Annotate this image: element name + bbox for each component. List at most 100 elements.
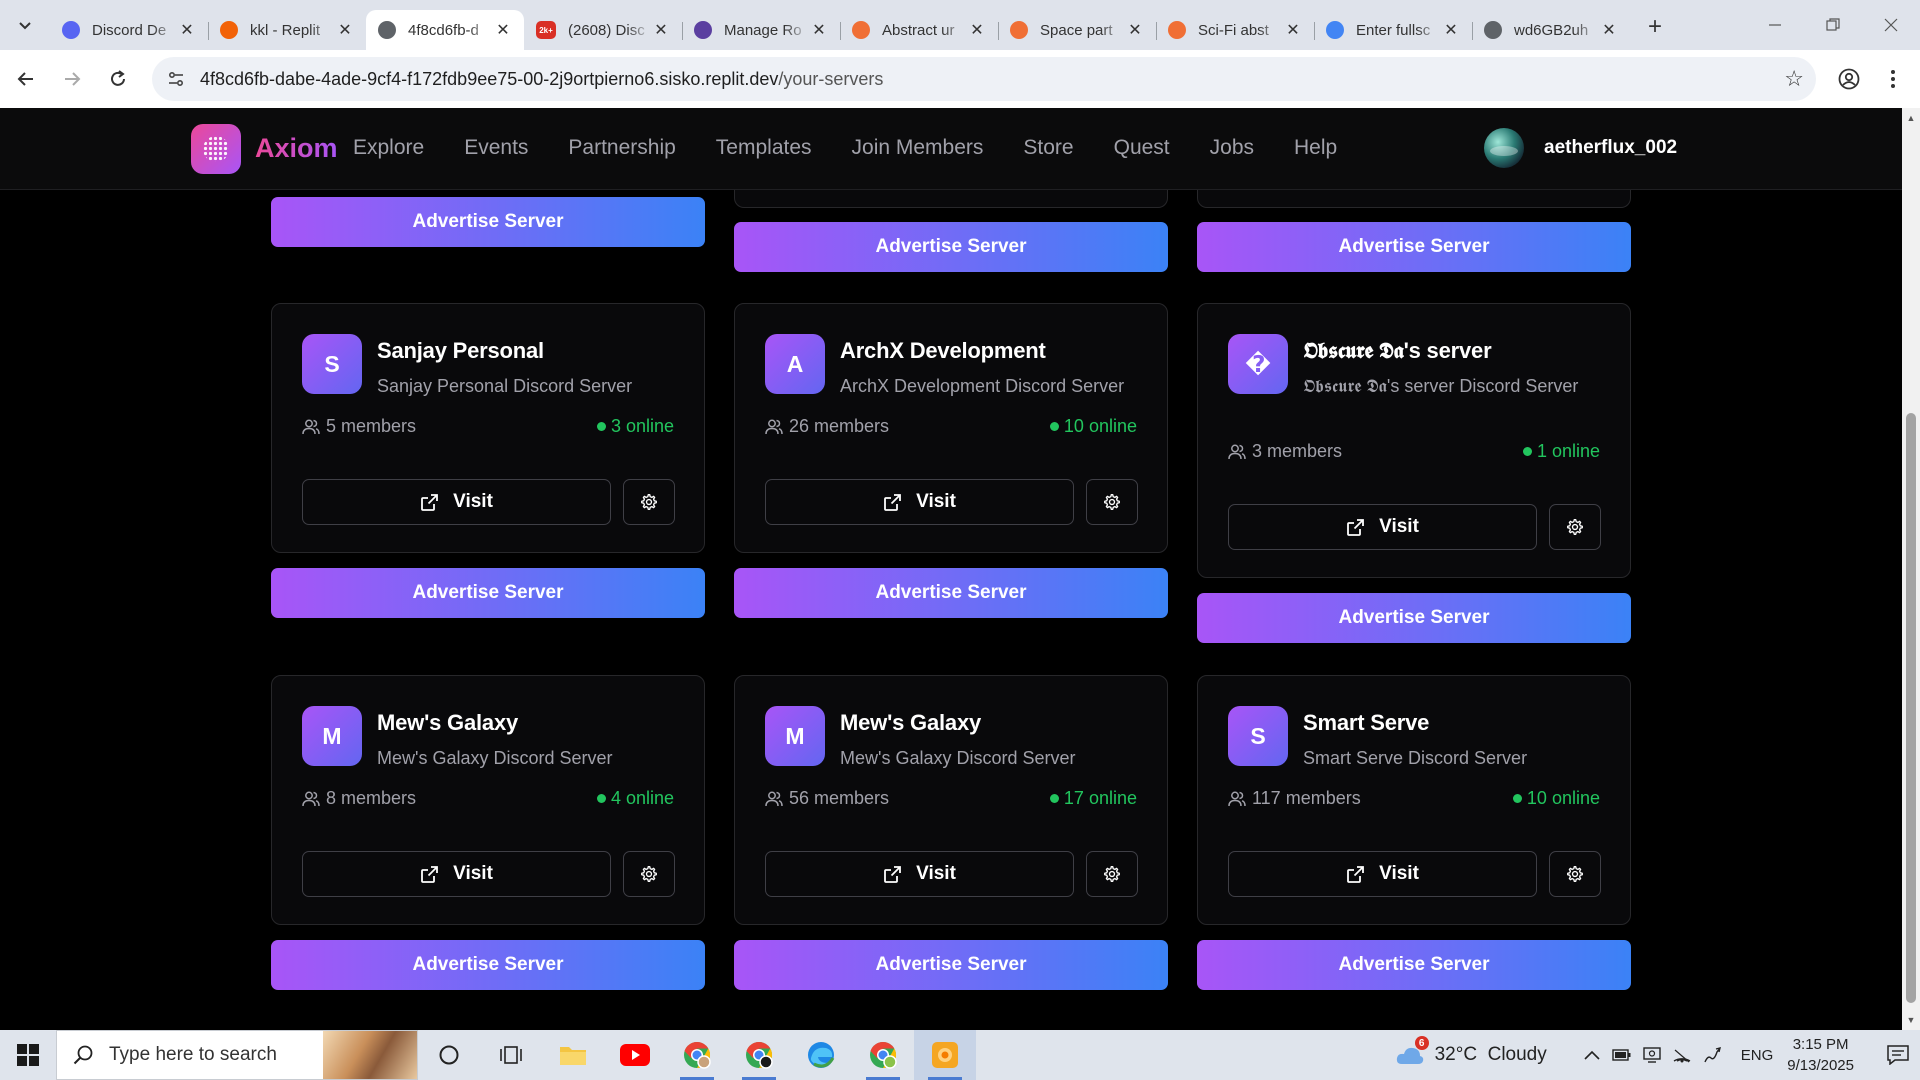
tab-close-icon[interactable]: ✕ — [1126, 20, 1144, 40]
advertise-server-button[interactable]: Advertise Server — [1197, 222, 1631, 272]
start-button[interactable] — [0, 1030, 56, 1080]
back-button[interactable] — [6, 59, 46, 99]
server-settings-button[interactable] — [1086, 851, 1138, 897]
browser-tab[interactable]: 4f8cd6fb-d ✕ — [366, 10, 524, 50]
advertise-server-button[interactable]: Advertise Server — [734, 940, 1168, 990]
chevron-up-icon[interactable] — [1577, 1050, 1607, 1060]
nav-link-join-members[interactable]: Join Members — [852, 136, 984, 160]
nav-link-help[interactable]: Help — [1294, 136, 1337, 160]
tab-close-icon[interactable]: ✕ — [178, 20, 196, 40]
taskbar-chrome-profile-2[interactable] — [728, 1030, 790, 1080]
advertise-server-button[interactable]: Advertise Server — [1197, 593, 1631, 643]
advertise-server-button[interactable]: Advertise Server — [734, 568, 1168, 618]
advertise-server-button[interactable]: Advertise Server — [271, 568, 705, 618]
avatar[interactable] — [1484, 128, 1524, 168]
online-count: 10 online — [1049, 416, 1137, 437]
restore-button[interactable] — [1804, 0, 1862, 50]
browser-tab[interactable]: wd6GB2uh ✕ — [1472, 10, 1630, 50]
nav-link-store[interactable]: Store — [1023, 136, 1073, 160]
more-menu-icon[interactable] — [1878, 64, 1908, 94]
nav-link-quest[interactable]: Quest — [1114, 136, 1170, 160]
tab-close-icon[interactable]: ✕ — [810, 20, 828, 40]
site-info-icon[interactable] — [164, 67, 188, 91]
scroll-down-arrow-icon[interactable]: ▼ — [1902, 1012, 1920, 1028]
browser-tab[interactable]: Sci-Fi abst ✕ — [1156, 10, 1314, 50]
bookmark-star-icon[interactable]: ☆ — [1784, 66, 1804, 92]
browser-tab[interactable]: kkl - Replit ✕ — [208, 10, 366, 50]
visit-button[interactable]: Visit — [765, 851, 1074, 897]
scroll-up-arrow-icon[interactable]: ▲ — [1902, 110, 1920, 126]
taskbar-youtube[interactable] — [604, 1030, 666, 1080]
tab-close-icon[interactable]: ✕ — [336, 20, 354, 40]
tab-close-icon[interactable]: ✕ — [1284, 20, 1302, 40]
taskbar-chrome-profile-3[interactable] — [852, 1030, 914, 1080]
visit-button[interactable]: Visit — [1228, 851, 1537, 897]
weather-widget[interactable]: 6 32°C Cloudy — [1395, 1036, 1547, 1066]
reload-button[interactable] — [98, 59, 138, 99]
server-settings-button[interactable] — [623, 851, 675, 897]
logo-icon[interactable] — [191, 124, 241, 174]
server-settings-button[interactable] — [1086, 479, 1138, 525]
visit-button[interactable]: Visit — [1228, 504, 1537, 550]
visit-button[interactable]: Visit — [765, 479, 1074, 525]
clock[interactable]: 3:15 PM 9/13/2025 — [1787, 1034, 1854, 1076]
browser-tab[interactable]: Manage Ro ✕ — [682, 10, 840, 50]
battery-icon[interactable] — [1607, 1048, 1637, 1062]
taskbar-file-explorer[interactable] — [542, 1030, 604, 1080]
server-description: Mew's Galaxy Discord Server — [377, 748, 613, 768]
browser-tab[interactable]: Space part ✕ — [998, 10, 1156, 50]
brand-name[interactable]: Axiom — [255, 133, 338, 164]
language-indicator[interactable]: ENG — [1741, 1047, 1774, 1064]
scrollbar[interactable]: ▲ ▼ — [1902, 108, 1920, 1030]
url-text[interactable]: 4f8cd6fb-dabe-4ade-9cf4-f172fdb9ee75-00-… — [200, 69, 1784, 90]
clock-time: 3:15 PM — [1792, 1036, 1849, 1053]
taskbar-search[interactable]: Type here to search — [56, 1030, 418, 1080]
tab-close-icon[interactable]: ✕ — [968, 20, 986, 40]
nav-link-partnership[interactable]: Partnership — [568, 136, 675, 160]
task-view-button[interactable] — [480, 1030, 542, 1080]
cortana-button[interactable] — [418, 1030, 480, 1080]
advertise-server-button[interactable]: Advertise Server — [1197, 940, 1631, 990]
browser-tab[interactable]: Discord De ✕ — [50, 10, 208, 50]
taskbar-chrome-profile-1[interactable] — [666, 1030, 728, 1080]
advertise-server-button[interactable]: Advertise Server — [734, 222, 1168, 272]
forward-button[interactable] — [52, 59, 92, 99]
scroll-thumb[interactable] — [1906, 413, 1916, 1003]
advertise-server-button[interactable]: Advertise Server — [271, 197, 705, 247]
visit-label: Visit — [1379, 516, 1419, 537]
new-tab-button[interactable]: + — [1638, 10, 1672, 44]
tab-close-icon[interactable]: ✕ — [1442, 20, 1460, 40]
advertise-server-button[interactable]: Advertise Server — [271, 940, 705, 990]
server-settings-button[interactable] — [1549, 851, 1601, 897]
server-settings-button[interactable] — [623, 479, 675, 525]
visit-button[interactable]: Visit — [302, 479, 611, 525]
visit-button[interactable]: Visit — [302, 851, 611, 897]
notifications-button[interactable] — [1876, 1045, 1920, 1065]
tab-close-icon[interactable]: ✕ — [652, 20, 670, 40]
tab-search-button[interactable] — [8, 8, 42, 42]
nav-link-templates[interactable]: Templates — [716, 136, 812, 160]
wifi-icon[interactable] — [1667, 1047, 1697, 1063]
browser-tab[interactable]: Abstract ur ✕ — [840, 10, 998, 50]
server-card: A ArchX Development ArchX Development Disc… — [734, 303, 1168, 553]
server-settings-button[interactable] — [1549, 504, 1601, 550]
taskbar-app-orange[interactable] — [914, 1030, 976, 1080]
browser-tab[interactable]: 2k+ (2608) Disc ✕ — [524, 10, 682, 50]
close-window-button[interactable] — [1862, 0, 1920, 50]
nav-link-events[interactable]: Events — [464, 136, 528, 160]
tab-close-icon[interactable]: ✕ — [494, 20, 512, 40]
tab-close-icon[interactable]: ✕ — [1600, 20, 1618, 40]
address-bar[interactable]: 4f8cd6fb-dabe-4ade-9cf4-f172fdb9ee75-00-… — [152, 57, 1816, 101]
pen-icon[interactable] — [1697, 1046, 1727, 1064]
globe-icon — [378, 21, 396, 39]
browser-tab[interactable]: Enter fullsc ✕ — [1314, 10, 1472, 50]
nav-link-explore[interactable]: Explore — [353, 136, 424, 160]
user-menu[interactable]: aetherflux_002 — [1484, 128, 1677, 168]
visit-label: Visit — [1379, 863, 1419, 884]
minimize-button[interactable] — [1746, 0, 1804, 50]
member-count: 117 members — [1228, 788, 1361, 809]
taskbar-edge[interactable] — [790, 1030, 852, 1080]
profile-icon[interactable] — [1834, 64, 1864, 94]
display-icon[interactable] — [1637, 1047, 1667, 1063]
nav-link-jobs[interactable]: Jobs — [1210, 136, 1254, 160]
